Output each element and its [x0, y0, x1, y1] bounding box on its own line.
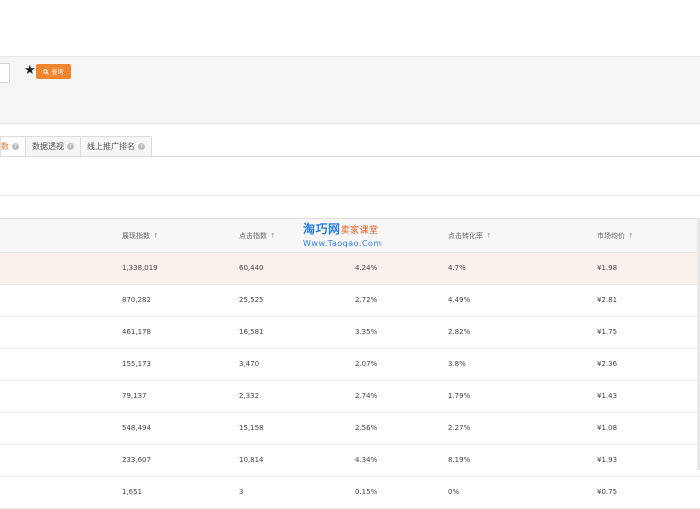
help-icon[interactable]: ? — [67, 143, 74, 150]
help-icon[interactable]: ? — [12, 143, 19, 150]
query-button-label: 查询 — [51, 69, 64, 76]
cell-conversion: 0% — [448, 488, 460, 496]
cell-price: ¥0.75 — [597, 488, 618, 496]
cell-conversion: 4.7% — [448, 264, 466, 272]
cell-impressions: 1,651 — [122, 488, 143, 496]
column-header-conversion-rate[interactable]: 点击转化率 ↑ — [448, 231, 492, 241]
cell-impressions: 79,137 — [122, 392, 147, 400]
cell-price: ¥1.43 — [597, 392, 618, 400]
tab-panel — [0, 156, 700, 196]
cell-conversion: 3.8% — [448, 360, 466, 368]
cell-ctr: 0.15% — [355, 488, 378, 496]
sort-arrow-icon: ↑ — [270, 232, 276, 240]
tab-index[interactable]: 数 ? — [0, 136, 26, 156]
tab-label: 线上推广排名 — [87, 142, 135, 151]
tab-online-ranking[interactable]: 线上推广排名 ? — [80, 136, 152, 156]
cell-clicks: 10,814 — [239, 456, 264, 464]
cell-conversion: 2.82% — [448, 328, 471, 336]
cell-impressions: 548,494 — [122, 424, 151, 432]
cell-price: ¥1.75 — [597, 328, 618, 336]
cell-clicks: 15,158 — [239, 424, 264, 432]
cell-ctr: 2.07% — [355, 360, 378, 368]
watermark-tagline: 卖家课堂 — [340, 226, 379, 236]
search-input[interactable] — [0, 63, 10, 83]
cell-clicks: 60,440 — [239, 264, 264, 272]
column-header-impressions[interactable]: 展现指数 ↑ — [122, 231, 159, 241]
watermark-brand: 淘巧网 — [303, 222, 341, 236]
header-label: 市场均价 — [597, 232, 625, 240]
watermark-line1: 淘巧网卖家课堂 — [303, 223, 403, 238]
table-row[interactable]: 461,178 16,581 3.35% 2.82% ¥1.75 — [0, 317, 700, 349]
header-label: 点击指数 — [239, 232, 267, 240]
cell-impressions: 1,338,019 — [122, 264, 158, 272]
star-icon[interactable]: ★ — [24, 64, 36, 78]
watermark-url: Www.Taoqao.Com — [303, 239, 382, 248]
tab-data-pivot[interactable]: 数据透视 ? — [25, 136, 81, 156]
cell-clicks: 3,470 — [239, 360, 260, 368]
cell-clicks: 2,332 — [239, 392, 260, 400]
search-icon — [43, 68, 50, 75]
table-row[interactable]: 1,338,019 60,440 4.24% 4.7% ¥1.98 — [0, 253, 700, 285]
cell-impressions: 870,282 — [122, 296, 151, 304]
cell-price: ¥2.36 — [597, 360, 618, 368]
sort-arrow-icon: ↑ — [486, 232, 492, 240]
cell-price: ¥1.98 — [597, 264, 618, 272]
cell-clicks: 25,525 — [239, 296, 264, 304]
column-header-clicks[interactable]: 点击指数 ↑ — [239, 231, 276, 241]
query-button[interactable]: 查询 — [36, 64, 71, 79]
cell-ctr: 3.35% — [355, 328, 378, 336]
cell-impressions: 461,178 — [122, 328, 151, 336]
cell-clicks: 16,581 — [239, 328, 264, 336]
data-table: 展现指数 ↑ 点击指数 ↑ 点击转化率 ↑ 市场均价 ↑ 1,338,019 60,44… — [0, 218, 700, 509]
cell-impressions: 233,607 — [122, 456, 151, 464]
cell-impressions: 155,173 — [122, 360, 151, 368]
cell-clicks: 3 — [239, 488, 244, 496]
table-row[interactable]: 155,173 3,470 2.07% 3.8% ¥2.36 — [0, 349, 700, 381]
search-area: ★ 查询 — [0, 57, 700, 124]
cell-price: ¥1.93 — [597, 456, 618, 464]
cell-conversion: 4.49% — [448, 296, 471, 304]
column-header-avg-price[interactable]: 市场均价 ↑ — [597, 231, 634, 241]
watermark: 淘巧网卖家课堂 Www.Taoqao.Com — [303, 223, 403, 253]
table-row[interactable]: 1,651 3 0.15% 0% ¥0.75 — [0, 477, 700, 509]
tab-bar: 数 ? 数据透视 ? 线上推广排名 ? — [0, 136, 152, 156]
cell-ctr: 2.56% — [355, 424, 378, 432]
cell-price: ¥1.08 — [597, 424, 618, 432]
header-label: 点击转化率 — [448, 232, 483, 240]
table-row[interactable]: 79,137 2,332 2.74% 1.79% ¥1.43 — [0, 381, 700, 413]
cell-conversion: 1.79% — [448, 392, 471, 400]
table-row[interactable]: 870,282 25,525 2.72% 4.49% ¥2.81 — [0, 285, 700, 317]
table-row[interactable]: 233,607 10,814 4.34% 8.19% ¥1.93 — [0, 445, 700, 477]
tab-label: 数 — [1, 142, 9, 151]
sort-arrow-icon: ↑ — [153, 232, 159, 240]
cell-ctr: 2.74% — [355, 392, 378, 400]
cell-conversion: 2.27% — [448, 424, 471, 432]
cell-conversion: 8.19% — [448, 456, 471, 464]
cell-ctr: 4.24% — [355, 264, 378, 272]
header-label: 展现指数 — [122, 232, 150, 240]
tab-label: 数据透视 — [32, 142, 64, 151]
table-row[interactable]: 548,494 15,158 2.56% 2.27% ¥1.08 — [0, 413, 700, 445]
cell-ctr: 2.72% — [355, 296, 378, 304]
cell-ctr: 4.34% — [355, 456, 378, 464]
cell-price: ¥2.81 — [597, 296, 618, 304]
help-icon[interactable]: ? — [138, 143, 145, 150]
top-bar — [0, 0, 700, 57]
sort-arrow-icon: ↑ — [628, 232, 634, 240]
